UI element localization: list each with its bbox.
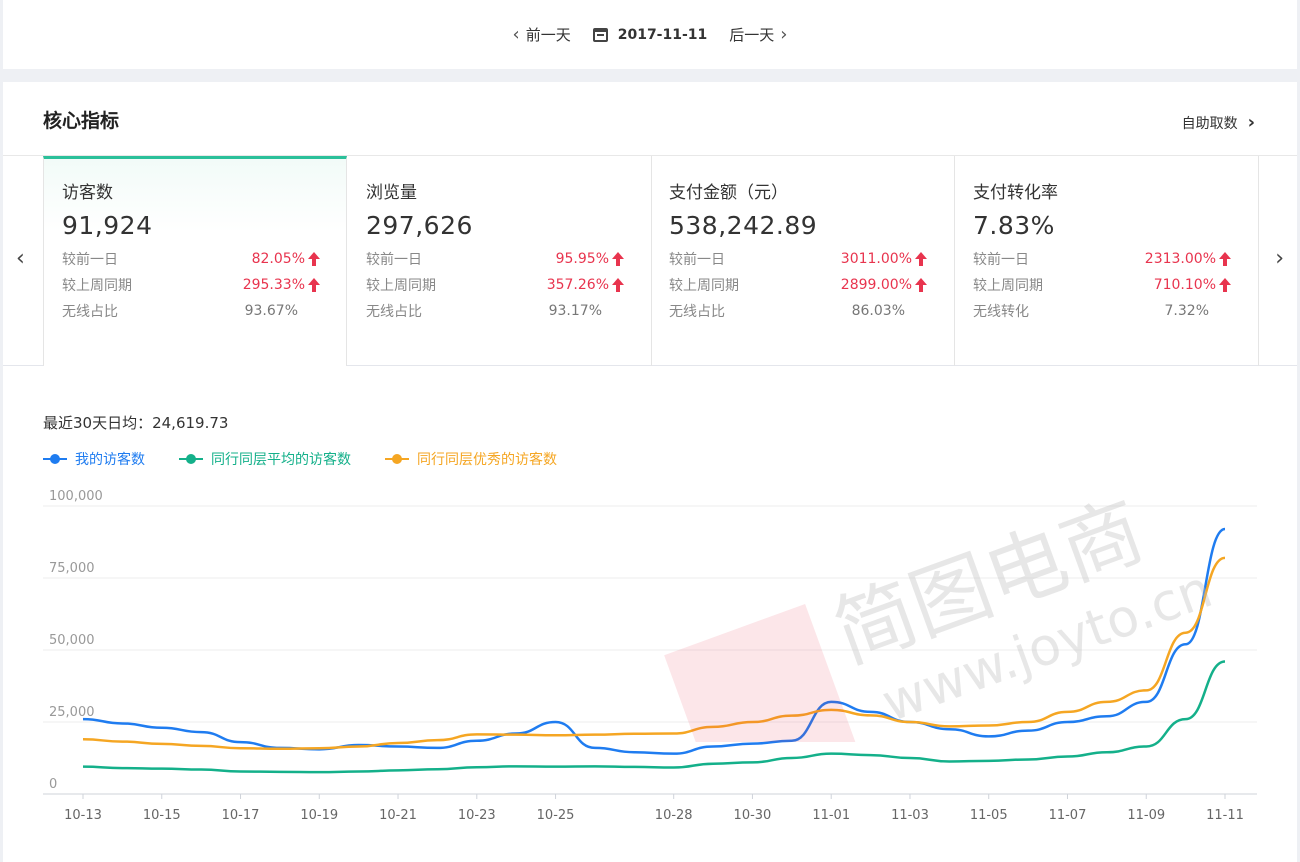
panel-header: 核心指标 自助取数 › — [3, 82, 1297, 156]
metric-tiles: ‹ › 访客数 91,924 较前一日 82.05% 较上周同期 295.33% 无… — [3, 156, 1297, 366]
compare-value: 295.33% — [242, 277, 305, 293]
compare-value: 2313.00% — [1144, 251, 1216, 267]
ratio-label: 无线占比 — [366, 304, 422, 320]
metric-tile-visitors[interactable]: 访客数 91,924 较前一日 82.05% 较上周同期 295.33% 无线占比 9… — [43, 156, 347, 366]
metric-value: 7.83% — [973, 211, 1055, 240]
compare-label: 较上周同期 — [669, 278, 739, 294]
compare-label: 较上周同期 — [973, 278, 1043, 294]
up-arrow-icon — [308, 252, 320, 266]
ratio-value: 93.17% — [548, 303, 602, 319]
ratio-value: 7.32% — [1164, 303, 1209, 319]
y-tick-label: 0 — [49, 777, 57, 792]
x-tick-label: 10-15 — [143, 808, 181, 823]
tiles-next-arrow-icon[interactable]: › — [1275, 246, 1284, 271]
compare-label: 较前一日 — [62, 252, 118, 268]
series-line-2 — [82, 556, 1226, 751]
x-tick-label: 11-09 — [1127, 808, 1165, 823]
y-tick-label: 25,000 — [49, 705, 95, 720]
x-tick-label: 11-01 — [812, 808, 850, 823]
legend-label: 我的访客数 — [75, 452, 145, 468]
metric-name: 浏览量 — [366, 183, 417, 203]
chevron-right-icon: › — [1247, 112, 1255, 133]
up-arrow-icon — [1219, 278, 1231, 292]
current-date: 2017-11-11 — [617, 26, 708, 43]
x-tick-label: 10-21 — [379, 808, 417, 823]
ratio-label: 无线占比 — [62, 304, 118, 320]
compare-value: 710.10% — [1153, 277, 1216, 293]
x-tick-label: 10-13 — [64, 808, 102, 823]
compare-label: 较上周同期 — [366, 278, 436, 294]
x-tick-label: 10-19 — [300, 808, 338, 823]
metric-tile-pageviews[interactable]: 浏览量 297,626 较前一日 95.95% 较上周同期 357.26% 无线占比… — [348, 156, 652, 366]
x-tick-label: 11-11 — [1206, 808, 1244, 823]
next-day-label: 后一天 — [729, 26, 775, 44]
x-tick-label: 10-30 — [734, 808, 772, 823]
tiles-prev-arrow-icon[interactable]: ‹ — [16, 246, 25, 271]
y-tick-label: 75,000 — [49, 561, 95, 576]
x-tick-label: 10-28 — [655, 808, 693, 823]
series-line-1 — [82, 660, 1226, 774]
ratio-value: 86.03% — [851, 303, 905, 319]
up-arrow-icon — [1219, 252, 1231, 266]
compare-label: 较前一日 — [669, 252, 725, 268]
visitor-line-chart: 0 25,000 50,000 75,000 100,000 10-13 10-15 10-… — [43, 489, 1257, 823]
ratio-value: 93.67% — [244, 303, 298, 319]
metric-name: 访客数 — [62, 183, 113, 203]
prev-day-label: 前一天 — [525, 26, 571, 44]
compare-label: 较前一日 — [973, 252, 1029, 268]
x-tick-label: 10-23 — [458, 808, 496, 823]
metric-tile-payment-amount[interactable]: 支付金额（元） 538,242.89 较前一日 3011.00% 较上周同期 289… — [651, 156, 955, 366]
self-fetch-label: 自助取数 — [1181, 115, 1238, 132]
x-tick-label: 10-17 — [222, 808, 260, 823]
up-arrow-icon — [612, 278, 624, 292]
metric-name: 支付转化率 — [973, 183, 1058, 203]
x-tick-label: 10-25 — [537, 808, 575, 823]
legend-label: 同行同层优秀的访客数 — [417, 452, 557, 468]
x-tick-label: 11-05 — [970, 808, 1008, 823]
y-tick-label: 100,000 — [49, 489, 103, 504]
compare-value: 3011.00% — [840, 251, 912, 267]
core-metrics-panel: 核心指标 自助取数 › ‹ › 访客数 91,924 较前一日 82.05% 较上… — [3, 82, 1297, 862]
metric-value: 538,242.89 — [669, 211, 818, 240]
compare-value: 82.05% — [251, 251, 305, 267]
up-arrow-icon — [915, 252, 927, 266]
calendar-icon — [592, 27, 608, 42]
metric-tile-conversion-rate[interactable]: 支付转化率 7.83% 较前一日 2313.00% 较上周同期 710.10% 无线… — [955, 156, 1259, 366]
compare-value: 357.26% — [546, 277, 609, 293]
compare-value: 95.95% — [555, 251, 609, 267]
metric-value: 297,626 — [366, 211, 473, 240]
metric-name: 支付金额（元） — [669, 183, 788, 203]
compare-label: 较前一日 — [366, 252, 422, 268]
compare-value: 2899.00% — [840, 277, 912, 293]
chevron-right-icon: › — [780, 24, 788, 45]
x-tick-label: 11-03 — [891, 808, 929, 823]
compare-label: 较上周同期 — [62, 278, 132, 294]
prev-day-button[interactable]: ‹ 前一天 — [513, 24, 571, 45]
date-picker[interactable]: 2017-11-11 — [592, 26, 708, 43]
up-arrow-icon — [612, 252, 624, 266]
legend-marker — [179, 454, 203, 464]
y-tick-label: 50,000 — [49, 633, 95, 648]
ratio-label: 无线占比 — [669, 304, 725, 320]
panel-title: 核心指标 — [43, 110, 120, 132]
ratio-label: 无线转化 — [973, 304, 1029, 320]
x-tick-label: 11-07 — [1049, 808, 1087, 823]
date-navigator: ‹ 前一天 2017-11-11 后一天 › — [3, 0, 1297, 69]
legend-label: 同行同层平均的访客数 — [211, 452, 351, 468]
self-fetch-link[interactable]: 自助取数 › — [1182, 112, 1255, 133]
legend-item-peer-average[interactable]: 同行同层平均的访客数 — [179, 449, 351, 469]
up-arrow-icon — [308, 278, 320, 292]
chart-legend: 我的访客数 同行同层平均的访客数 同行同层优秀的访客数 — [43, 449, 557, 469]
legend-item-peer-excellent[interactable]: 同行同层优秀的访客数 — [385, 449, 557, 469]
metric-value: 91,924 — [62, 211, 153, 240]
series-line-0 — [82, 527, 1226, 755]
next-day-button[interactable]: 后一天 › — [729, 24, 787, 45]
legend-item-mine[interactable]: 我的访客数 — [43, 449, 145, 469]
chevron-left-icon: ‹ — [512, 24, 520, 45]
legend-marker — [43, 454, 67, 464]
thirty-day-average: 最近30天日均：24,619.73 — [43, 414, 229, 432]
up-arrow-icon — [915, 278, 927, 292]
legend-marker — [385, 454, 409, 464]
